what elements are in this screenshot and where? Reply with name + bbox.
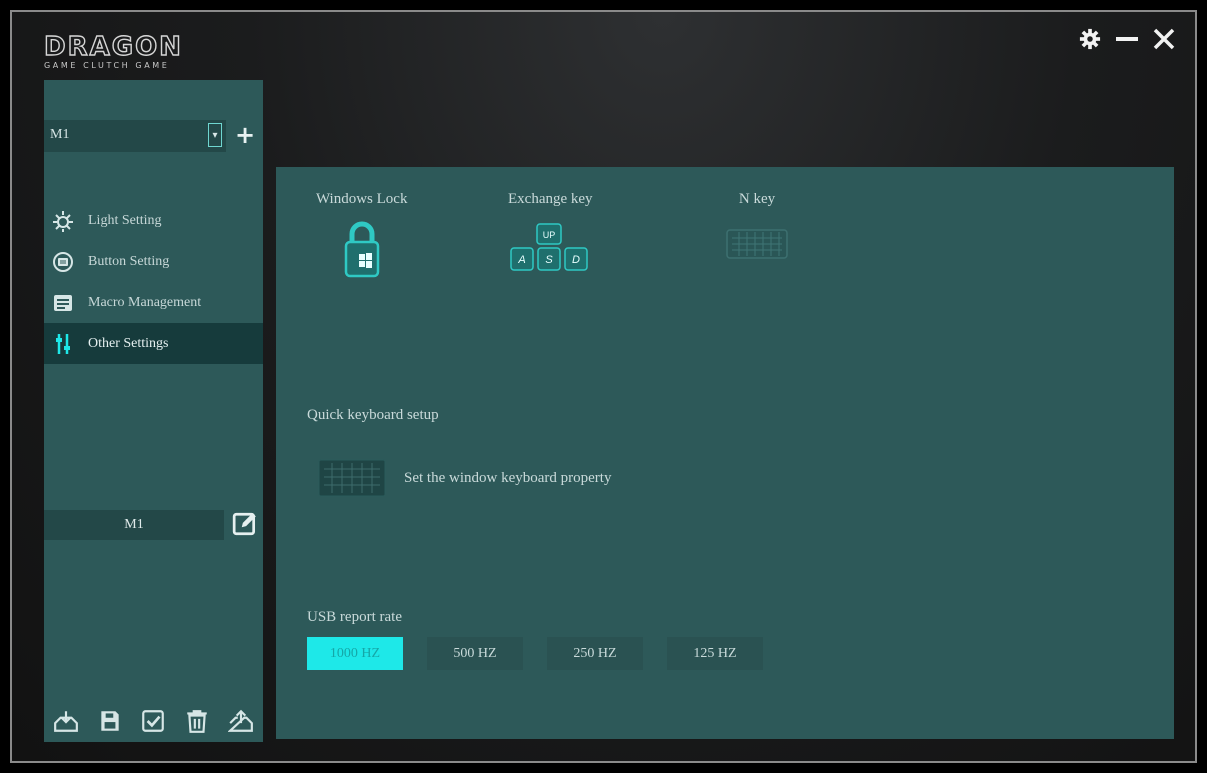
quick-setup-row[interactable]: Set the window keyboard property [318, 459, 611, 497]
exchange-key-icon[interactable]: UP A S D [508, 218, 592, 274]
exchange-key-feature[interactable]: Exchange key UP A S D [508, 191, 593, 274]
sidebar-item-label: Other Settings [88, 335, 169, 351]
rate-500hz-button[interactable]: 500 HZ [427, 637, 523, 670]
save-icon[interactable] [97, 708, 123, 734]
exchange-key-s: S [546, 254, 554, 266]
windows-lock-feature[interactable]: Windows Lock [316, 191, 407, 280]
logo-sub-text: GAME CLUTCH GAME [44, 61, 170, 70]
keyboard-icon[interactable] [318, 459, 386, 497]
windows-lock-label: Windows Lock [316, 191, 408, 207]
light-icon [50, 208, 76, 234]
windows-lock-icon[interactable] [342, 218, 382, 280]
delete-icon[interactable] [184, 708, 210, 734]
import-icon[interactable] [53, 708, 79, 734]
quick-setup-title: Quick keyboard setup [307, 407, 439, 423]
sidebar-item-label: Button Setting [88, 253, 170, 269]
usb-rate-title: USB report rate [307, 609, 402, 625]
logo-main-text: DRAGON [43, 32, 183, 62]
exchange-key-label: Exchange key [508, 191, 593, 207]
rate-1000hz-button[interactable]: 1000 HZ [307, 637, 403, 670]
sidebar-item-macro-management[interactable]: Macro Management [44, 282, 263, 323]
rate-125hz-button[interactable]: 125 HZ [667, 637, 763, 670]
n-key-icon[interactable] [724, 218, 790, 266]
edit-icon[interactable] [232, 511, 258, 537]
exchange-key-a: A [518, 254, 526, 266]
exchange-key-up: UP [543, 230, 556, 240]
sidebar-item-label: Light Setting [88, 212, 162, 228]
plus-icon[interactable]: + [234, 123, 256, 147]
sidebar-item-light-setting[interactable]: Light Setting [44, 200, 263, 241]
macro-icon [50, 290, 76, 316]
profile-name-field[interactable]: M1 [44, 510, 224, 540]
sidebar-item-other-settings[interactable]: Other Settings [44, 323, 263, 364]
chevron-down-icon[interactable]: ▾ [208, 123, 222, 147]
n-key-label: N key [738, 191, 776, 207]
sidebar: M1 ▾ + Light Setting Button Setting Macr… [44, 80, 263, 742]
exchange-key-d: D [572, 254, 580, 266]
close-icon[interactable] [1153, 28, 1175, 50]
profile-row: M1 ▾ + [44, 120, 263, 152]
profile-select-value: M1 [50, 127, 70, 142]
usb-rate-options: 1000 HZ 500 HZ 250 HZ 125 HZ [307, 637, 763, 670]
sidebar-toolbar [44, 704, 263, 738]
profile-select[interactable]: M1 ▾ [44, 120, 226, 152]
apply-icon[interactable] [140, 708, 166, 734]
main-panel: Windows Lock Exchange key UP A S D N key… [276, 167, 1174, 739]
sidebar-item-label: Macro Management [88, 294, 202, 310]
button-icon [50, 249, 76, 275]
app-window: DRAGON GAME CLUTCH GAME M1 ▾ + Light Set… [10, 10, 1197, 763]
sidebar-item-button-setting[interactable]: Button Setting [44, 241, 263, 282]
export-icon[interactable] [228, 708, 254, 734]
minimize-icon[interactable] [1115, 28, 1139, 50]
profile-name-row: M1 [44, 510, 263, 542]
n-key-feature[interactable]: N key [724, 191, 790, 266]
dragon-logo: DRAGON GAME CLUTCH GAME [43, 32, 220, 70]
gear-icon[interactable] [1079, 28, 1101, 50]
sliders-icon [50, 331, 76, 357]
rate-250hz-button[interactable]: 250 HZ [547, 637, 643, 670]
quick-setup-text: Set the window keyboard property [404, 469, 612, 486]
window-controls [1079, 24, 1175, 54]
sidebar-menu: Light Setting Button Setting Macro Manag… [44, 200, 263, 364]
